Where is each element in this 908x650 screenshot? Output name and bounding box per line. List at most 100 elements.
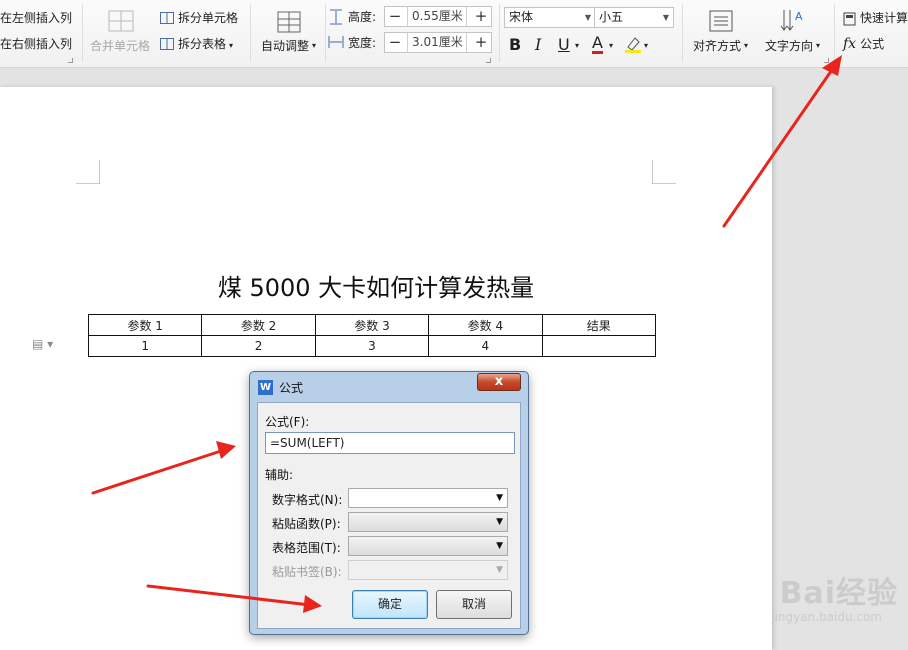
bold-button[interactable]: B — [509, 36, 521, 54]
chevron-down-icon: ▾ — [816, 41, 821, 50]
watermark-url: jingyan.baidu.com — [771, 610, 882, 624]
document-title[interactable]: 煤 5000 大卡如何计算发热量 — [0, 268, 752, 303]
underline-button[interactable]: U — [558, 36, 570, 54]
row-height-icon — [330, 9, 342, 25]
auto-fit-icon — [277, 11, 301, 33]
ok-button[interactable]: 确定 — [352, 590, 428, 619]
font-name-select[interactable]: 宋体 ▼ — [504, 7, 596, 28]
divider — [682, 4, 683, 62]
chevron-down-icon: ▼ — [496, 517, 503, 527]
table-cell[interactable]: 1 — [87, 335, 203, 357]
dialog-title: 公式 — [279, 381, 304, 395]
table-cell[interactable]: 4 — [428, 335, 543, 357]
number-format-select[interactable]: ▼ — [348, 488, 508, 508]
chevron-down-icon: ▼ — [496, 565, 503, 575]
close-button[interactable]: x — [477, 373, 521, 391]
align-button[interactable]: 对齐方式 ▾ — [688, 6, 756, 62]
paste-bookmark-select: ▼ — [348, 560, 508, 580]
divider — [82, 4, 83, 62]
table-header-row: 参数 1 参数 2 参数 3 参数 4 结果 — [87, 314, 657, 336]
table-cell-result[interactable] — [541, 335, 657, 357]
highlight-icon[interactable] — [624, 35, 642, 53]
table-cell[interactable]: 3 — [314, 335, 430, 357]
merge-cells-icon — [108, 10, 134, 32]
fx-icon: fx — [843, 36, 857, 52]
merge-cells-label: 合并单元格 — [90, 39, 151, 53]
formula-label: 公式 — [860, 37, 885, 51]
table-header-cell[interactable]: 参数 2 — [201, 314, 316, 336]
split-table-button[interactable]: 拆分表格 ▾ — [160, 36, 233, 54]
split-cells-button[interactable]: 拆分单元格 — [160, 10, 238, 26]
height-value[interactable]: 0.55厘米 — [407, 7, 467, 26]
column-width-icon — [328, 36, 344, 48]
crop-mark-top-left — [76, 160, 100, 184]
font-color-button[interactable]: A — [592, 35, 603, 54]
dialog-body: 公式(F): =SUM(LEFT) 辅助: 数字格式(N): ▼ 粘贴函数(P)… — [257, 402, 521, 629]
chevron-down-icon: ▼ — [662, 13, 669, 22]
formula-label: 公式(F): — [265, 415, 310, 429]
chevron-down-icon: ▼ — [496, 493, 503, 503]
app-logo-icon: W — [258, 380, 273, 395]
svg-text:A: A — [795, 10, 803, 23]
chevron-down-icon: ▼ — [496, 541, 503, 551]
height-label: 高度: — [348, 10, 377, 24]
table-range-select[interactable]: ▼ — [348, 536, 508, 556]
table-range-label: 表格范围(T): — [272, 541, 341, 555]
italic-button[interactable]: I — [535, 36, 541, 54]
chevron-down-icon[interactable]: ▾ — [609, 38, 613, 54]
insert-column-left-button[interactable]: 在左侧插入列 — [0, 10, 72, 26]
auto-fit-button[interactable]: 自动调整 ▾ — [256, 6, 322, 62]
dialog-title-bar[interactable]: W 公式 x — [250, 372, 528, 402]
font-size-value: 小五 — [599, 10, 624, 24]
data-table[interactable]: 参数 1 参数 2 参数 3 参数 4 结果 1 2 3 4 — [87, 314, 657, 357]
chevron-down-icon: ▾ — [229, 41, 234, 50]
width-stepper[interactable]: − 3.01厘米 + — [384, 32, 492, 53]
table-header-cell[interactable]: 参数 4 — [428, 314, 543, 336]
crop-mark-top-right — [652, 160, 676, 184]
merge-cells-button[interactable]: 合并单元格 — [86, 6, 154, 62]
table-cell[interactable]: 2 — [201, 335, 316, 357]
formula-button[interactable]: fx 公式 — [843, 36, 884, 52]
paste-function-select[interactable]: ▼ — [348, 512, 508, 532]
divider — [325, 4, 326, 62]
width-value[interactable]: 3.01厘米 — [407, 33, 467, 52]
text-direction-label: 文字方向 — [765, 39, 814, 53]
paste-function-label: 粘贴函数(P): — [272, 517, 341, 531]
increase-icon[interactable]: + — [471, 7, 491, 26]
chevron-down-icon[interactable]: ▾ — [575, 38, 579, 54]
divider — [250, 4, 251, 62]
text-direction-button[interactable]: A 文字方向 ▾ — [760, 6, 828, 62]
increase-icon[interactable]: + — [471, 33, 491, 52]
calculator-icon — [843, 12, 856, 25]
divider — [834, 4, 835, 62]
split-cells-label: 拆分单元格 — [178, 11, 239, 25]
font-size-select[interactable]: 小五 ▼ — [594, 7, 674, 28]
group-expander-icon[interactable] — [824, 58, 829, 63]
align-label: 对齐方式 — [693, 39, 742, 53]
ribbon-toolbar: 在左侧插入列 在右侧插入列 合并单元格 拆分单元格 拆分表格▾ 自动调整 ▾ — [0, 0, 908, 68]
split-cells-icon — [160, 11, 174, 24]
insert-column-right-button[interactable]: 在右侧插入列 — [0, 36, 72, 52]
decrease-icon[interactable]: − — [385, 33, 405, 52]
group-expander-icon[interactable] — [486, 58, 491, 63]
decrease-icon[interactable]: − — [385, 7, 405, 26]
height-stepper[interactable]: − 0.55厘米 + — [384, 6, 492, 27]
split-table-icon — [160, 37, 174, 50]
table-header-cell[interactable]: 参数 3 — [314, 314, 430, 336]
table-options-icon[interactable]: ▤ ▾ — [32, 337, 53, 351]
table-row: 1 2 3 4 — [87, 335, 657, 357]
chevron-down-icon[interactable]: ▾ — [644, 38, 648, 54]
paste-bookmark-label: 粘贴书签(B): — [272, 565, 342, 579]
formula-input[interactable]: =SUM(LEFT) — [265, 432, 515, 454]
auto-fit-label: 自动调整 — [261, 39, 310, 53]
number-format-label: 数字格式(N): — [272, 493, 343, 507]
group-expander-icon[interactable] — [68, 58, 73, 63]
chevron-down-icon: ▾ — [744, 41, 749, 50]
quick-calc-label: 快速计算 — [860, 11, 908, 25]
table-header-cell[interactable]: 参数 1 — [87, 314, 203, 336]
font-name-value: 宋体 — [509, 10, 534, 24]
assist-label: 辅助: — [265, 468, 294, 482]
cancel-button[interactable]: 取消 — [436, 590, 512, 619]
table-header-cell[interactable]: 结果 — [541, 314, 657, 336]
quick-calc-button[interactable]: 快速计算 — [843, 10, 908, 26]
